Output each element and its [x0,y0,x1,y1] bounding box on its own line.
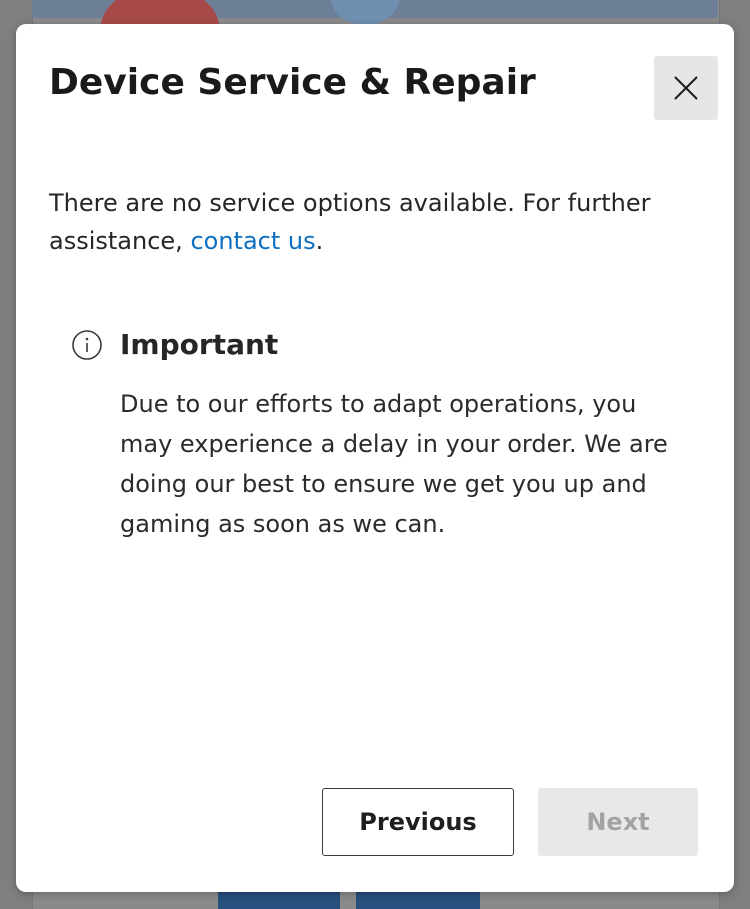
background-tile [356,890,480,909]
notice-title: Important [120,328,279,361]
next-button[interactable]: Next [538,788,698,856]
message-text: There are no service options available. … [49,189,651,255]
message-end: . [315,227,324,255]
service-repair-dialog: Device Service & Repair There are no ser… [16,24,734,892]
no-service-message: There are no service options available. … [49,184,699,260]
close-button[interactable] [654,56,718,120]
notice-body: Due to our efforts to adapt operations, … [120,390,668,538]
background-tile [218,890,340,909]
close-icon [674,76,698,100]
dialog-title: Device Service & Repair [49,62,536,103]
previous-button[interactable]: Previous [322,788,514,856]
info-icon [72,330,102,360]
contact-us-link[interactable]: contact us [190,227,315,255]
